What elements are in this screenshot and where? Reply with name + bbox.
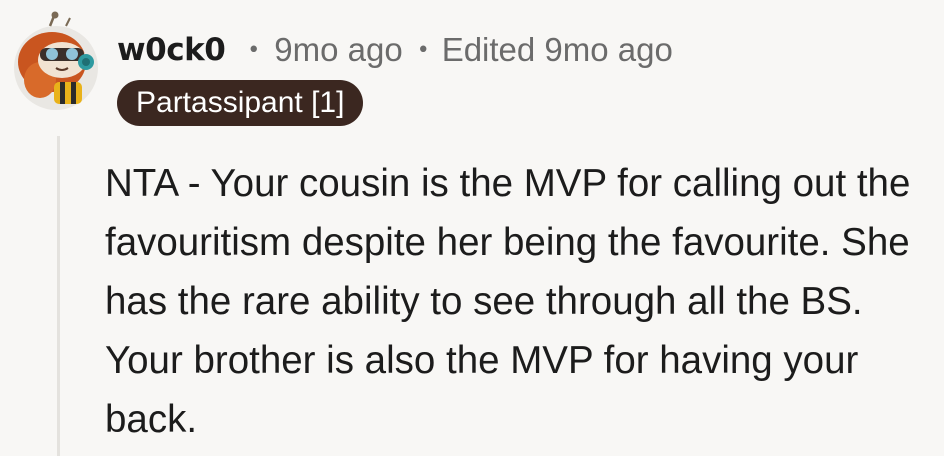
separator-dot: • [416,37,430,63]
username-link[interactable]: w0ck0 [117,32,226,68]
comment-body: NTA - Your cousin is the MVP for calling… [105,162,911,441]
edited-label: Edited 9mo ago [441,31,673,68]
user-flair-badge: Partassipant [1] [117,80,364,126]
timestamp-link[interactable]: 9mo ago [274,31,402,69]
thread-collapse-line[interactable] [57,136,60,456]
user-avatar-icon[interactable] [10,10,106,112]
comment-meta: w0ck0 • 9mo ago • Edited 9mo ago [117,28,673,72]
comment: w0ck0 • 9mo ago • Edited 9mo ago Partass… [0,0,944,456]
separator-dot: • [247,37,261,63]
